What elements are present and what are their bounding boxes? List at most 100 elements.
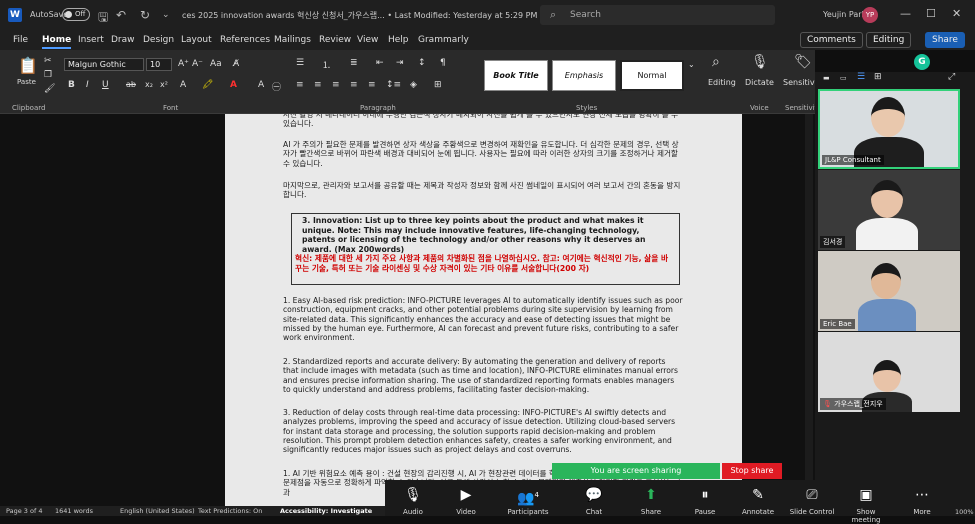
shrink-font-icon[interactable]: A⁻ [192, 59, 203, 69]
font-color-icon[interactable]: A [230, 80, 237, 90]
gallery-grid-view-icon[interactable]: ⊞ [874, 72, 882, 82]
grow-font-icon[interactable]: A⁺ [178, 59, 189, 69]
menu-help[interactable]: Help [388, 35, 409, 45]
close-icon[interactable]: ✕ [952, 7, 961, 20]
increase-indent-icon[interactable]: ⇥ [396, 58, 404, 68]
borders-icon[interactable]: ⊞ [434, 80, 442, 90]
distributed-icon[interactable]: ≡ [368, 80, 376, 90]
style-book-title[interactable]: Book Title [484, 60, 548, 91]
style-emphasis[interactable]: Emphasis [552, 60, 616, 91]
multilevel-list-icon[interactable]: ≣ [350, 58, 358, 68]
slide-control-button[interactable]: ⎚ Slide Control [789, 486, 835, 516]
text-effects-icon[interactable]: A [180, 80, 186, 90]
grammarly-icon[interactable]: G [914, 54, 930, 70]
gallery-expand-icon[interactable]: ⤢ [948, 72, 955, 82]
screen-sharing-indicator[interactable]: You are screen sharing [552, 463, 720, 479]
microphone-icon[interactable]: 🎙 [751, 54, 769, 70]
bullets-icon[interactable]: ☰ [296, 58, 304, 68]
chat-button[interactable]: 💬 Chat [571, 486, 617, 516]
page-count[interactable]: Page 3 of 4 [6, 507, 42, 515]
customize-toolbar-icon[interactable]: ⌄ [162, 10, 170, 20]
share-button[interactable]: Share [925, 32, 965, 48]
line-spacing-icon[interactable]: ↕≡ [386, 80, 401, 90]
character-shading-icon[interactable]: A [258, 80, 264, 90]
align-right-icon[interactable]: ≡ [332, 80, 340, 90]
audio-button[interactable]: 🎙 Audio [390, 486, 436, 516]
menu-home[interactable]: Home [42, 35, 72, 49]
user-name[interactable]: Yeujin Park [823, 10, 866, 19]
highlight-icon[interactable]: 🖍 [202, 80, 213, 90]
style-normal[interactable]: Normal [620, 60, 684, 91]
participant-tile-3[interactable]: Eric Bae [818, 251, 960, 331]
menu-file[interactable]: File [13, 35, 28, 45]
styles-gallery-more-icon[interactable]: ⌄ [688, 60, 695, 69]
menu-references[interactable]: References [220, 35, 270, 45]
editing-mode-button[interactable]: Editing [866, 32, 912, 48]
minimize-icon[interactable]: — [900, 7, 911, 20]
menu-view[interactable]: View [357, 35, 378, 45]
font-size-select[interactable]: 10 [146, 58, 172, 71]
sensitivity-icon[interactable]: 🏷 [794, 54, 812, 70]
cut-icon[interactable]: ✂ [44, 56, 52, 66]
numbering-icon[interactable]: ⒈ [322, 58, 331, 71]
vertical-scrollbar[interactable] [805, 114, 813, 506]
participant-tile-4[interactable]: 🎙 가우스랩_전지우 [818, 332, 960, 412]
participants-button[interactable]: 👥4 Participants [505, 486, 551, 516]
bold-icon[interactable]: B [68, 80, 75, 90]
clear-format-icon[interactable]: A̸ [233, 59, 239, 69]
underline-icon[interactable]: U [102, 80, 109, 90]
format-painter-icon[interactable]: 🖌 [44, 84, 55, 94]
autosave-toggle[interactable]: Off [62, 8, 90, 21]
show-meeting-button[interactable]: ▣ Show meeting [843, 486, 889, 524]
redo-icon[interactable]: ↻ [140, 8, 150, 22]
search-box[interactable]: ⌕ Search [540, 5, 775, 25]
subscript-icon[interactable]: x₂ [145, 80, 153, 89]
strikethrough-icon[interactable]: ab [126, 80, 136, 89]
document-page[interactable]: 사진 촬영 시 메타데이터 아래에 부행한 검은색 상자가 배치되어 사진을 쉽… [225, 114, 742, 506]
paste-label[interactable]: Paste [17, 78, 36, 86]
change-case-icon[interactable]: Aa [210, 59, 222, 69]
shading-icon[interactable]: ◈ [410, 80, 417, 90]
stop-share-button[interactable]: Stop share [722, 463, 782, 479]
avatar[interactable]: YP [862, 7, 878, 23]
menu-mailings[interactable]: Mailings [274, 35, 311, 45]
undo-icon[interactable]: ↶ [116, 8, 126, 22]
editing-button[interactable]: Editing [708, 78, 736, 87]
menu-layout[interactable]: Layout [181, 35, 212, 45]
save-icon[interactable]: 🖫 [98, 8, 108, 29]
more-button[interactable]: ⋯ More [899, 486, 945, 516]
gallery-minimize-icon[interactable]: ▬ [823, 74, 830, 82]
menu-grammarly[interactable]: Grammarly [418, 35, 469, 45]
align-left-icon[interactable]: ≡ [296, 80, 304, 90]
participant-tile-1[interactable]: JL&P Consultant [818, 89, 960, 169]
justify-icon[interactable]: ≡ [350, 80, 358, 90]
paste-icon[interactable]: 📋 [18, 56, 38, 75]
video-button[interactable]: ▶ Video [443, 486, 489, 516]
participant-tile-2[interactable]: 김서경 [818, 170, 960, 250]
menu-draw[interactable]: Draw [111, 35, 135, 45]
language-status[interactable]: English (United States) [120, 507, 195, 515]
decrease-indent-icon[interactable]: ⇤ [376, 58, 384, 68]
menu-insert[interactable]: Insert [78, 35, 104, 45]
gallery-single-view-icon[interactable]: ▭ [840, 74, 847, 82]
dictate-button[interactable]: Dictate [745, 78, 774, 87]
word-count[interactable]: 1641 words [55, 507, 93, 515]
enclose-character-icon[interactable]: ㊀ [272, 80, 281, 93]
gallery-strip-view-icon[interactable]: ☰ [857, 72, 865, 82]
zoom-level[interactable]: 100% [955, 508, 974, 516]
annotate-button[interactable]: ✎ Annotate [735, 486, 781, 516]
menu-design[interactable]: Design [143, 35, 174, 45]
accessibility-status[interactable]: Accessibility: Investigate [280, 507, 372, 515]
maximize-icon[interactable]: ☐ [926, 7, 936, 20]
sort-icon[interactable]: ↕ [418, 58, 426, 68]
text-predictions-status[interactable]: Text Predictions: On [198, 507, 262, 515]
italic-icon[interactable]: I [86, 80, 89, 90]
menu-review[interactable]: Review [319, 35, 351, 45]
pause-share-button[interactable]: ⏸ Pause [682, 486, 728, 516]
share-screen-button[interactable]: ⬆ Share [628, 486, 674, 516]
font-name-select[interactable]: Malgun Gothic [64, 58, 144, 71]
align-center-icon[interactable]: ≡ [314, 80, 322, 90]
copy-icon[interactable]: ❐ [44, 70, 52, 80]
comments-button[interactable]: Comments [800, 32, 863, 48]
superscript-icon[interactable]: x² [160, 80, 168, 89]
